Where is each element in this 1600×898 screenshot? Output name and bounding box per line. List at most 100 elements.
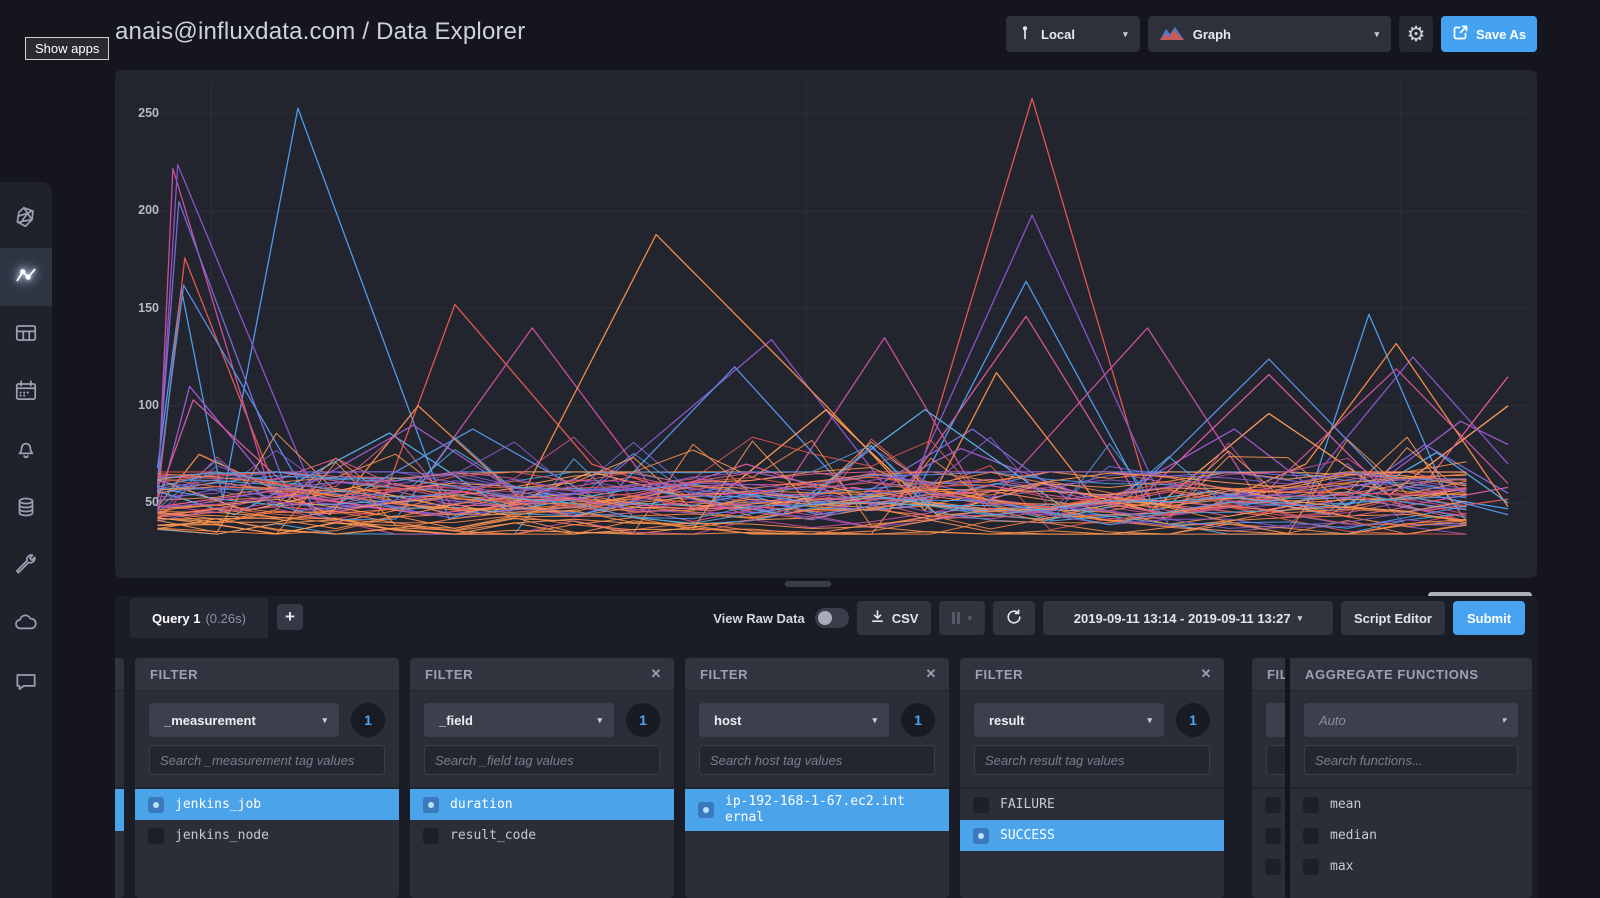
time-range-label: 2019-09-11 13:14 - 2019-09-11 13:27 bbox=[1073, 610, 1291, 626]
time-range-dropdown[interactable]: 2019-09-11 13:14 - 2019-09-11 13:27 ▾ bbox=[1042, 601, 1333, 635]
filter-card-header: FILTER ✕ bbox=[410, 658, 674, 691]
view-raw-data-label: View Raw Data bbox=[713, 610, 805, 626]
filter-card-host: FILTER ✕ host ▾ 1 ip-192-168-1-67.ec2.in… bbox=[685, 658, 949, 898]
graph-visualization-cell[interactable]: 5010015020025001:15:00 PM01:20:00 PM01:2… bbox=[115, 70, 1537, 578]
database-icon bbox=[13, 494, 39, 525]
y-axis-label: 50 bbox=[145, 495, 159, 509]
sidebar-item-buckets[interactable] bbox=[0, 480, 52, 538]
chevron-down-icon: ▾ bbox=[1297, 612, 1303, 623]
sidebar-item-data-explorer[interactable] bbox=[0, 248, 52, 306]
window-period-dropdown[interactable]: Auto ▾ bbox=[1304, 703, 1518, 737]
chevron-down-icon: ▾ bbox=[1501, 714, 1506, 725]
list-item[interactable]: max bbox=[1290, 851, 1532, 882]
dashboards-icon bbox=[13, 320, 39, 351]
list-item[interactable]: result_code bbox=[410, 820, 674, 851]
tag-key-dropdown[interactable]: _field ▾ bbox=[424, 703, 614, 737]
sidebar-item-cloud[interactable] bbox=[0, 596, 52, 654]
chevron-down-icon: ▾ bbox=[872, 714, 877, 725]
chevron-down-icon: ▾ bbox=[322, 714, 327, 725]
refresh-icon bbox=[1006, 608, 1022, 628]
list-item[interactable]: ip-192-168-1-67.ec2.internal bbox=[685, 789, 949, 831]
tag-key-dropdown[interactable]: host ▾ bbox=[699, 703, 889, 737]
sidebar-item-dashboards[interactable] bbox=[0, 306, 52, 364]
tag-value-list: duration result_code bbox=[410, 787, 674, 851]
submit-button[interactable]: Submit bbox=[1453, 601, 1525, 635]
tag-value-list: jenkins_job jenkins_node bbox=[135, 787, 399, 851]
list-item[interactable]: jenkins_node bbox=[135, 820, 399, 851]
close-icon[interactable]: ✕ bbox=[651, 666, 663, 682]
selected-count-badge: 1 bbox=[1176, 703, 1210, 737]
script-editor-label: Script Editor bbox=[1353, 610, 1432, 626]
bell-icon bbox=[13, 436, 39, 467]
tag-value-search-input[interactable] bbox=[149, 745, 385, 775]
aggregate-card-header: AGGREGATE FUNCTIONS bbox=[1290, 658, 1532, 691]
show-apps-tooltip: Show apps bbox=[25, 37, 110, 60]
chevron-down-icon: ▾ bbox=[597, 714, 602, 725]
checkbox-checked-icon bbox=[973, 827, 989, 844]
query-tab[interactable]: Query 1 (0.26s) bbox=[130, 598, 268, 638]
builder-cards-row: FILTER _measurement ▾ 1 jenkins_job jenk… bbox=[115, 658, 1537, 898]
filter-card-measurement: FILTER _measurement ▾ 1 jenkins_job jenk… bbox=[135, 658, 399, 898]
pause-button[interactable]: ▾ bbox=[939, 601, 985, 635]
list-item[interactable]: SUCCESS bbox=[960, 820, 1224, 851]
header-controls: Local ▾ Graph ▾ ⚙ Save As bbox=[1006, 16, 1537, 52]
source-dropdown-label: Local bbox=[1041, 26, 1075, 42]
filter-card-header: FILTER ✕ bbox=[960, 658, 1224, 691]
aggregate-functions-card: AGGREGATE FUNCTIONS Auto ▾ mean median m… bbox=[1285, 658, 1532, 898]
gear-icon: ⚙ bbox=[1406, 22, 1426, 46]
filter-card-result: FILTER ✕ result ▾ 1 FAILURE SUCCESS bbox=[960, 658, 1224, 898]
save-as-label: Save As bbox=[1475, 26, 1527, 42]
checkbox-icon bbox=[148, 827, 164, 844]
tag-value-search-input[interactable] bbox=[424, 745, 660, 775]
checkbox-icon bbox=[423, 827, 439, 844]
list-item[interactable]: median bbox=[1290, 820, 1532, 851]
settings-gear-button[interactable]: ⚙ bbox=[1399, 16, 1433, 52]
script-editor-button[interactable]: Script Editor bbox=[1340, 601, 1445, 635]
query-tab-duration: (0.26s) bbox=[205, 610, 246, 626]
y-axis-label: 250 bbox=[138, 106, 159, 120]
visualization-dropdown[interactable]: Graph ▾ bbox=[1147, 16, 1392, 52]
wrench-icon bbox=[13, 552, 39, 583]
sidebar-item-settings[interactable] bbox=[0, 538, 52, 596]
checkbox-checked-icon bbox=[148, 796, 164, 813]
close-icon[interactable]: ✕ bbox=[1201, 666, 1213, 682]
list-item[interactable]: FAILURE bbox=[960, 789, 1224, 820]
sidebar-item-home[interactable] bbox=[0, 190, 52, 248]
query-builder-panel: Query 1 (0.26s) + View Raw Data CSV ▾ 20… bbox=[115, 596, 1537, 898]
csv-label: CSV bbox=[891, 610, 919, 626]
add-query-button[interactable]: + bbox=[277, 604, 303, 630]
view-raw-data-toggle[interactable] bbox=[814, 608, 849, 628]
tag-key-dropdown[interactable]: _measurement ▾ bbox=[149, 703, 339, 737]
sidebar-item-alerts[interactable] bbox=[0, 422, 52, 480]
data-explorer-icon bbox=[13, 262, 39, 293]
list-item[interactable]: mean bbox=[1290, 789, 1532, 820]
sidebar-item-feedback[interactable] bbox=[0, 654, 52, 712]
checkbox-icon bbox=[1303, 858, 1319, 875]
tag-value-list: ip-192-168-1-67.ec2.internal bbox=[685, 787, 949, 831]
tag-key-dropdown[interactable]: result ▾ bbox=[974, 703, 1164, 737]
cloud-icon bbox=[13, 610, 39, 641]
checkbox-icon bbox=[973, 796, 989, 813]
tag-value-search-input[interactable] bbox=[974, 745, 1210, 775]
chart-lines bbox=[156, 97, 1509, 535]
chat-bubble-icon bbox=[13, 668, 39, 699]
source-dropdown[interactable]: Local ▾ bbox=[1006, 16, 1140, 52]
chevron-down-icon: ▾ bbox=[967, 612, 972, 623]
function-search-input[interactable] bbox=[1304, 745, 1518, 775]
checkbox-icon bbox=[1303, 827, 1319, 844]
csv-download-button[interactable]: CSV bbox=[856, 601, 932, 635]
selected-count-badge: 1 bbox=[901, 703, 935, 737]
close-icon[interactable]: ✕ bbox=[926, 666, 938, 682]
panel-resize-handle[interactable] bbox=[785, 581, 831, 587]
list-item[interactable]: duration bbox=[410, 789, 674, 820]
list-item[interactable]: jenkins_job bbox=[135, 789, 399, 820]
sidebar-item-tasks[interactable] bbox=[0, 364, 52, 422]
tasks-calendar-icon bbox=[13, 378, 39, 409]
refresh-button[interactable] bbox=[992, 601, 1035, 635]
query-tab-name: Query 1 bbox=[152, 610, 201, 626]
toggle-knob bbox=[817, 611, 832, 625]
function-list: mean median max bbox=[1290, 787, 1532, 882]
tag-value-search-input[interactable] bbox=[699, 745, 935, 775]
filter-card-partial-left bbox=[115, 658, 124, 898]
save-as-button[interactable]: Save As bbox=[1441, 16, 1537, 52]
